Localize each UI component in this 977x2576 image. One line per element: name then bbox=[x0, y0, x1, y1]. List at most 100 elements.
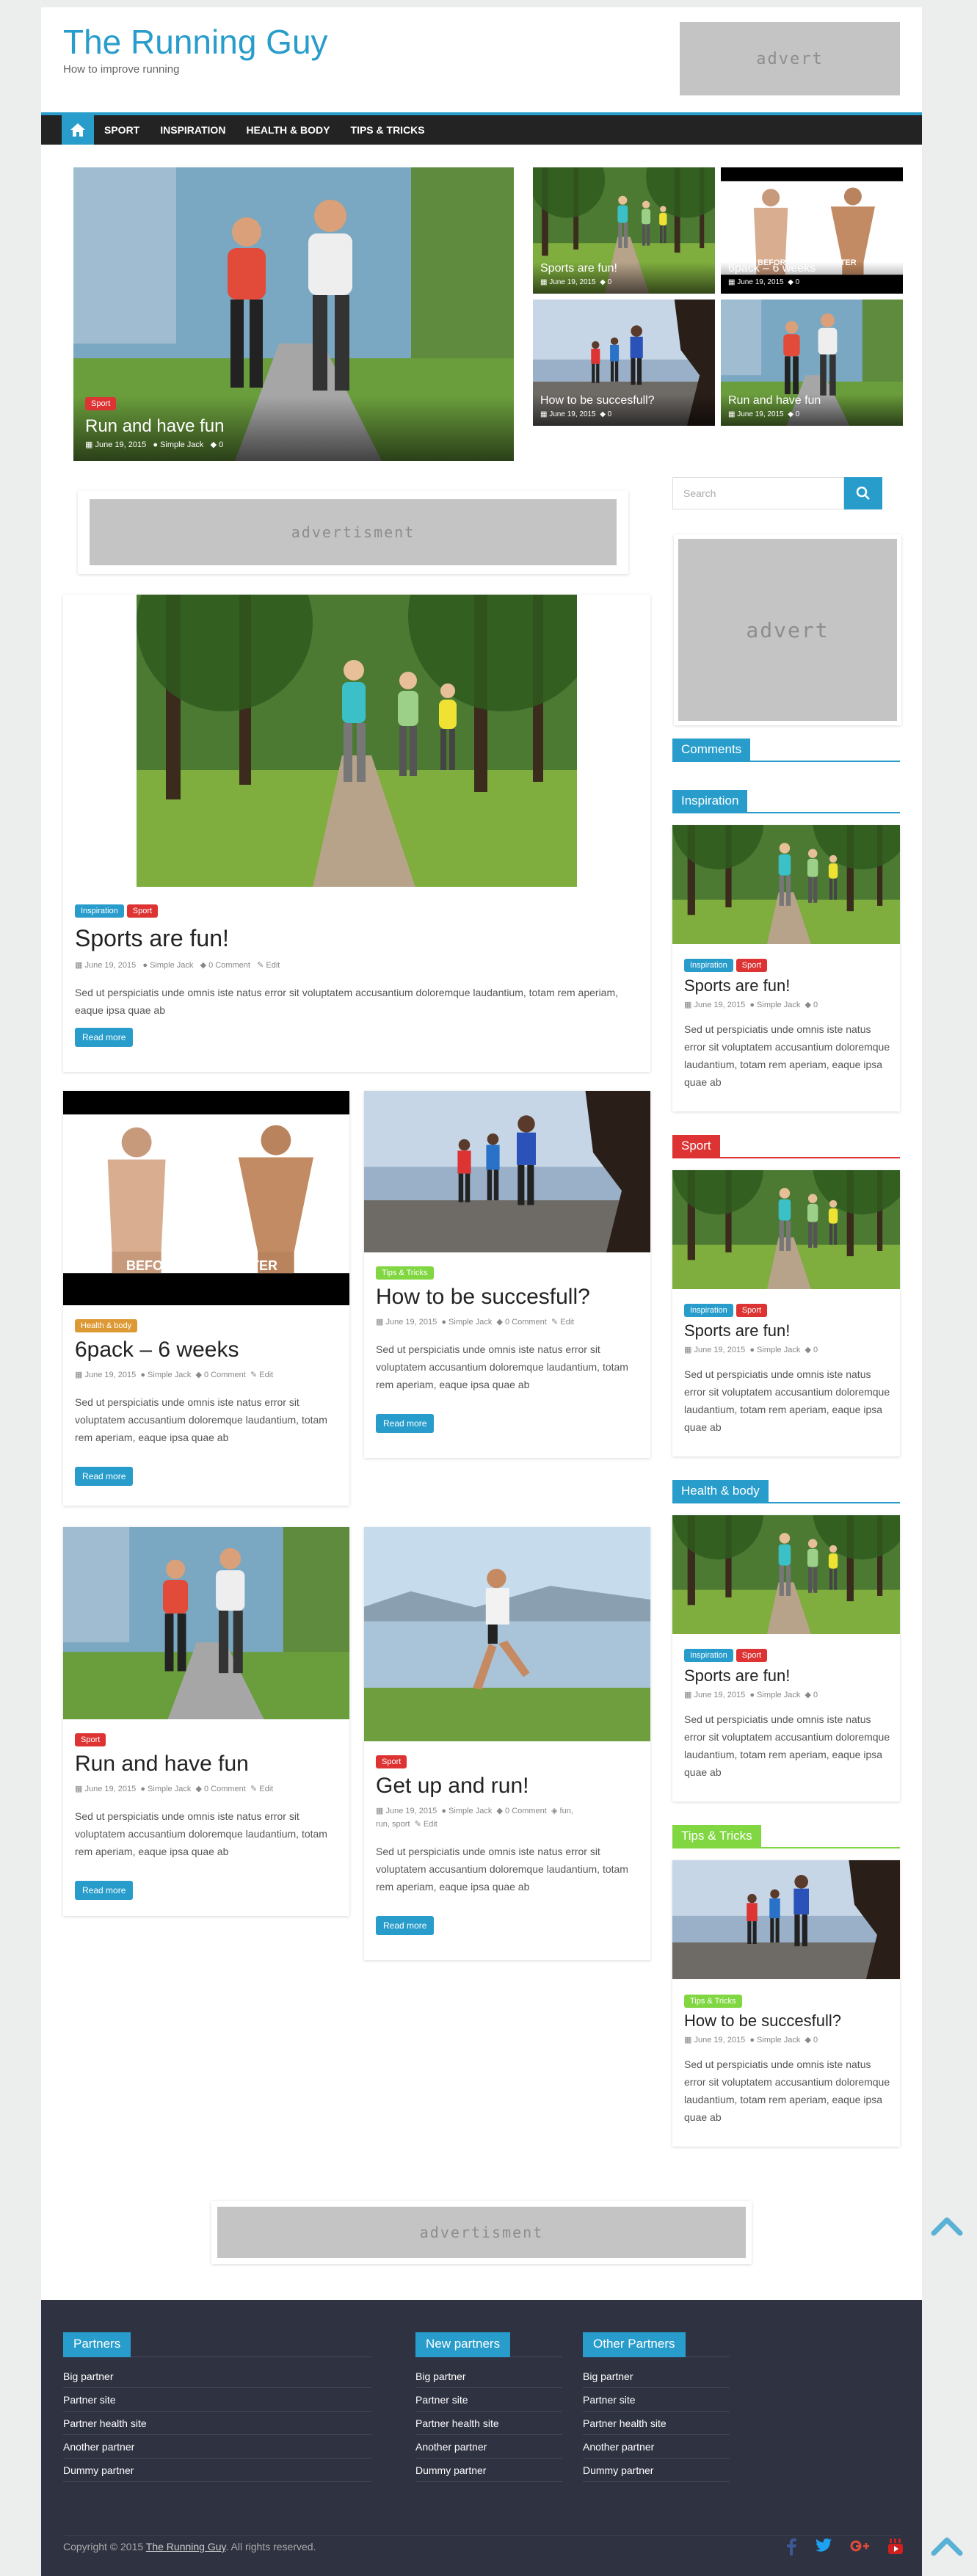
footer-col-new-partners: New partners Big partner Partner site Pa… bbox=[415, 2332, 562, 2482]
slider-tile-1-title[interactable]: Sports are fun! bbox=[540, 262, 708, 275]
post-succesfull-title[interactable]: How to be succesfull? bbox=[376, 1285, 590, 1310]
post-6pack-title[interactable]: 6pack – 6 weeks bbox=[75, 1338, 239, 1363]
post-get-up-image[interactable] bbox=[364, 1527, 650, 1741]
footer-link[interactable]: Big partner bbox=[415, 2365, 562, 2388]
slider-main-title[interactable]: Run and have fun bbox=[85, 416, 502, 437]
widget-health-post-title[interactable]: Sports are fun! bbox=[684, 1666, 790, 1686]
post-6pack-image[interactable] bbox=[63, 1091, 349, 1305]
search-button[interactable] bbox=[844, 477, 882, 509]
widget-tips-post-title[interactable]: How to be succesfull? bbox=[684, 2011, 841, 2031]
scroll-to-top-button[interactable] bbox=[931, 2214, 963, 2236]
footer-link[interactable]: Partner site bbox=[63, 2388, 371, 2412]
post-get-up-read-more[interactable]: Read more bbox=[376, 1916, 435, 1935]
post-run-fun-image[interactable] bbox=[63, 1527, 349, 1719]
bottom-advert-card: advertisment bbox=[211, 2201, 752, 2264]
post-succesfull-read-more[interactable]: Read more bbox=[376, 1414, 435, 1433]
slider-tile-3-title[interactable]: How to be succesfull? bbox=[540, 394, 708, 407]
post-6pack-read-more[interactable]: Read more bbox=[75, 1467, 134, 1486]
post-6pack-before-label: BEFORE bbox=[126, 1258, 182, 1273]
edit-icon: ✎ bbox=[551, 1318, 559, 1327]
footer-link[interactable]: Partner site bbox=[583, 2388, 730, 2412]
slider-tile-3[interactable]: How to be succesfull? ▦ June 19, 2015 ◆ … bbox=[533, 300, 715, 426]
post-6pack-tag[interactable]: Health & body bbox=[75, 1319, 138, 1332]
twitter-icon[interactable] bbox=[815, 2538, 832, 2554]
nav-item-sport[interactable]: SPORT bbox=[104, 124, 139, 136]
footer-link[interactable]: Another partner bbox=[63, 2435, 371, 2459]
post-run-fun-tag[interactable]: Sport bbox=[75, 1733, 106, 1746]
widget-health-image[interactable] bbox=[672, 1515, 900, 1634]
featured-post-title[interactable]: Sports are fun! bbox=[75, 925, 229, 952]
footer-link[interactable]: Dummy partner bbox=[63, 2459, 371, 2482]
widget-sport-tag-inspiration[interactable]: Inspiration bbox=[684, 1304, 733, 1317]
post-succesfull-tag[interactable]: Tips & Tricks bbox=[376, 1266, 434, 1280]
nav-item-tips-tricks[interactable]: TIPS & TRICKS bbox=[351, 124, 425, 136]
scroll-to-top-button-footer[interactable] bbox=[931, 2534, 963, 2556]
slider-tile-2[interactable]: BEFORE AFTER 6pack – 6 weeks ▦ June 19, … bbox=[721, 167, 903, 294]
edit-icon: ✎ bbox=[250, 1785, 258, 1793]
comment-icon: ◆ bbox=[210, 440, 217, 449]
widget-health-excerpt: Sed ut perspiciatis unde omnis iste natu… bbox=[684, 1713, 890, 1778]
footer-link[interactable]: Partner health site bbox=[583, 2412, 730, 2435]
widget-sport-post-title[interactable]: Sports are fun! bbox=[684, 1321, 790, 1340]
slider-tile-4[interactable]: Run and have fun ▦ June 19, 2015 ◆ 0 bbox=[721, 300, 903, 426]
post-get-up-tag[interactable]: Sport bbox=[376, 1755, 407, 1768]
widget-inspiration-tag-inspiration[interactable]: Inspiration bbox=[684, 959, 733, 972]
widget-inspiration-tag-sport[interactable]: Sport bbox=[736, 959, 768, 972]
post-run-fun-title[interactable]: Run and have fun bbox=[75, 1752, 249, 1777]
post-run-fun-read-more[interactable]: Read more bbox=[75, 1881, 134, 1900]
content-advert[interactable]: advertisment bbox=[90, 499, 617, 565]
nav-item-health-body[interactable]: HEALTH & BODY bbox=[246, 124, 330, 136]
user-icon: ● bbox=[749, 1346, 755, 1354]
footer-link[interactable]: Dummy partner bbox=[583, 2459, 730, 2482]
footer-link[interactable]: Partner health site bbox=[63, 2412, 371, 2435]
content-advert-card: advertisment bbox=[78, 490, 628, 574]
post-get-up-title[interactable]: Get up and run! bbox=[376, 1774, 529, 1799]
slider-tile-4-title[interactable]: Run and have fun bbox=[728, 394, 896, 407]
featured-post-tag-inspiration[interactable]: Inspiration bbox=[75, 904, 124, 918]
widget-health-tag-inspiration[interactable]: Inspiration bbox=[684, 1649, 733, 1662]
widget-tips-excerpt: Sed ut perspiciatis unde omnis iste natu… bbox=[684, 2058, 890, 2123]
footer-link[interactable]: Big partner bbox=[583, 2365, 730, 2388]
widget-tips-image[interactable] bbox=[672, 1860, 900, 1979]
footer-link[interactable]: Another partner bbox=[415, 2435, 562, 2459]
widget-inspiration-image[interactable] bbox=[672, 825, 900, 944]
comment-icon: ◆ bbox=[496, 1807, 503, 1815]
featured-post-tag-sport[interactable]: Sport bbox=[126, 904, 159, 918]
widget-sport-tag-sport[interactable]: Sport bbox=[736, 1304, 768, 1317]
widget-health-tag-sport[interactable]: Sport bbox=[736, 1649, 768, 1662]
slider-tile-2-title[interactable]: 6pack – 6 weeks bbox=[728, 262, 896, 275]
widget-health-title: Health & body bbox=[672, 1480, 900, 1503]
featured-post-read-more[interactable]: Read more bbox=[75, 1028, 134, 1047]
footer-link[interactable]: Another partner bbox=[583, 2435, 730, 2459]
search-input[interactable]: Search bbox=[672, 477, 844, 509]
slider-main-meta: ▦ June 19, 2015 ● Simple Jack ◆ 0 bbox=[85, 440, 224, 449]
bottom-advert[interactable]: advertisment bbox=[217, 2207, 746, 2258]
footer-link[interactable]: Big partner bbox=[63, 2365, 371, 2388]
comment-icon: ◆ bbox=[600, 278, 606, 286]
header-advert[interactable]: advert bbox=[680, 22, 900, 95]
widget-inspiration-meta: ▦ June 19, 2015 ● Simple Jack ◆ 0 bbox=[684, 1001, 818, 1009]
slider-main-tag[interactable]: Sport bbox=[85, 397, 117, 410]
user-icon: ● bbox=[153, 440, 159, 449]
slider-main[interactable]: Sport Run and have fun ▦ June 19, 2015 ●… bbox=[73, 167, 514, 461]
search-icon bbox=[856, 486, 870, 500]
facebook-icon[interactable] bbox=[785, 2538, 797, 2555]
google-plus-icon[interactable] bbox=[850, 2538, 869, 2554]
widget-inspiration-post-title[interactable]: Sports are fun! bbox=[684, 976, 790, 995]
featured-post-image[interactable] bbox=[137, 595, 577, 887]
copyright-site-link[interactable]: The Running Guy bbox=[146, 2541, 226, 2553]
site-title[interactable]: The Running Guy bbox=[63, 22, 328, 62]
widget-sport-image[interactable] bbox=[672, 1170, 900, 1289]
chevron-up-icon bbox=[931, 2217, 963, 2236]
widget-tips-tag[interactable]: Tips & Tricks bbox=[684, 1995, 742, 2008]
footer-link[interactable]: Partner site bbox=[415, 2388, 562, 2412]
nav-item-inspiration[interactable]: INSPIRATION bbox=[160, 124, 225, 136]
slider-tile-1[interactable]: Sports are fun! ▦ June 19, 2015 ◆ 0 bbox=[533, 167, 715, 294]
home-button[interactable] bbox=[62, 115, 94, 145]
footer-link[interactable]: Dummy partner bbox=[415, 2459, 562, 2482]
youtube-icon[interactable] bbox=[887, 2538, 904, 2555]
post-succesfull-image[interactable] bbox=[364, 1091, 650, 1252]
sidebar-advert[interactable]: advert bbox=[678, 539, 897, 721]
sidebar-advert-label: advert bbox=[746, 617, 829, 642]
footer-link[interactable]: Partner health site bbox=[415, 2412, 562, 2435]
